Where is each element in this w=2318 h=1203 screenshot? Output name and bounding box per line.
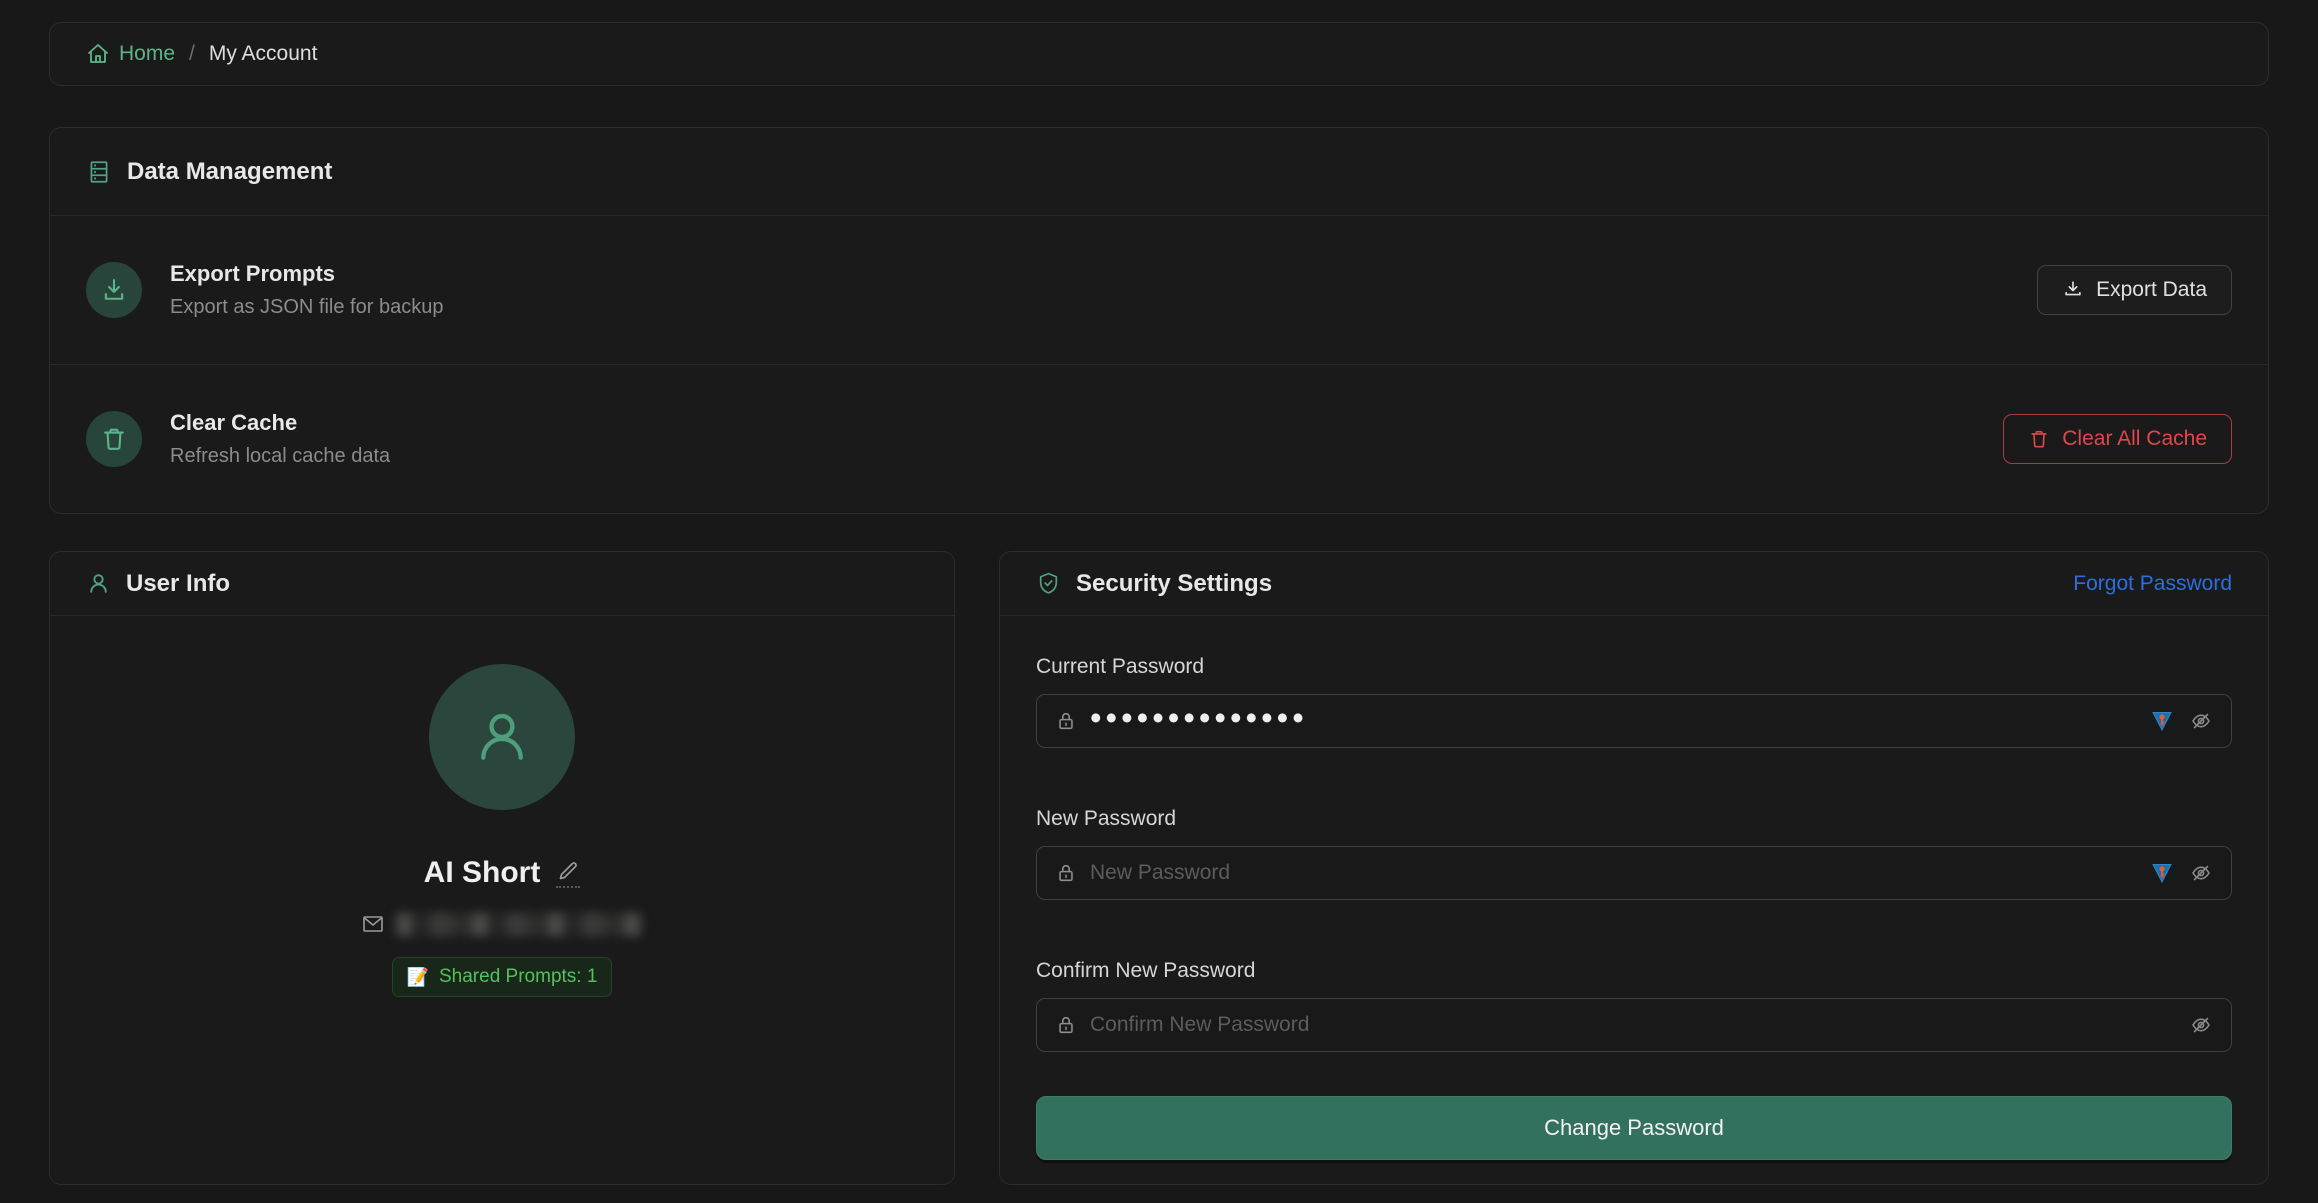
clear-all-cache-button[interactable]: Clear All Cache [2003,414,2232,464]
eye-slash-icon[interactable] [2189,861,2213,885]
export-prompts-row: Export Prompts Export as JSON file for b… [50,216,2268,364]
download-icon [86,262,142,318]
security-settings-title: Security Settings [1076,570,1272,598]
lock-icon [1055,710,1077,732]
change-password-button[interactable]: Change Password [1036,1096,2232,1160]
current-password-input[interactable] [1090,699,2138,743]
export-prompts-subtitle: Export as JSON file for backup [170,296,443,319]
lock-icon [1055,862,1077,884]
trash-icon [2028,428,2050,450]
security-settings-header: Security Settings Forgot Password [1000,552,2268,616]
user-name: AI Short [424,856,541,890]
current-password-field [1036,694,2232,748]
database-icon [86,159,112,185]
breadcrumb-current: My Account [209,42,318,66]
confirm-password-label: Confirm New Password [1036,956,2232,986]
data-management-header: Data Management [50,128,2268,216]
clear-cache-subtitle: Refresh local cache data [170,445,390,468]
breadcrumb-home-link[interactable]: Home [86,42,175,66]
lock-icon [1055,1014,1077,1036]
confirm-password-field [1036,998,2232,1052]
pencil-icon[interactable] [556,859,580,888]
export-prompts-title: Export Prompts [170,261,443,287]
email-redacted [396,913,643,936]
user-icon [86,571,111,596]
confirm-password-input[interactable] [1090,1013,2177,1037]
clear-cache-row: Clear Cache Refresh local cache data Cle… [50,364,2268,513]
key-manager-icon[interactable] [2150,861,2174,885]
user-info-header: User Info [50,552,954,616]
password-form: Current Password [1000,616,2268,1160]
breadcrumb: Home / My Account [49,22,2269,86]
user-info-title: User Info [126,570,230,598]
data-management-title: Data Management [127,158,332,186]
user-info-body: AI Short 📝 Shared Prompts: 1 [50,616,954,997]
user-name-row: AI Short [424,856,581,890]
key-manager-icon[interactable] [2150,709,2174,733]
security-settings-card: Security Settings Forgot Password Curren… [999,551,2269,1185]
eye-slash-icon[interactable] [2189,1013,2213,1037]
user-email-row [361,912,643,936]
eye-slash-icon[interactable] [2189,709,2213,733]
download-icon [2062,279,2084,301]
new-password-label: New Password [1036,804,2232,834]
export-data-label: Export Data [2096,278,2207,302]
new-password-field [1036,846,2232,900]
breadcrumb-home-label: Home [119,42,175,66]
content-columns: User Info AI Short [49,551,2269,1185]
memo-icon: 📝 [407,967,429,988]
clear-cache-title: Clear Cache [170,410,390,436]
new-password-input[interactable] [1090,861,2138,885]
shared-prompts-label: Shared Prompts: 1 [439,966,597,988]
current-password-label: Current Password [1036,652,2232,682]
home-icon [86,42,110,66]
breadcrumb-separator: / [189,42,195,66]
shield-check-icon [1036,571,1061,596]
data-management-card: Data Management Export Prompts Export as… [49,127,2269,514]
clear-all-cache-label: Clear All Cache [2062,427,2207,451]
shared-prompts-badge: 📝 Shared Prompts: 1 [392,957,613,997]
trash-icon [86,411,142,467]
forgot-password-link[interactable]: Forgot Password [2073,572,2232,596]
mail-icon [361,912,385,936]
user-info-card: User Info AI Short [49,551,955,1185]
avatar [429,664,575,810]
export-data-button[interactable]: Export Data [2037,265,2232,315]
